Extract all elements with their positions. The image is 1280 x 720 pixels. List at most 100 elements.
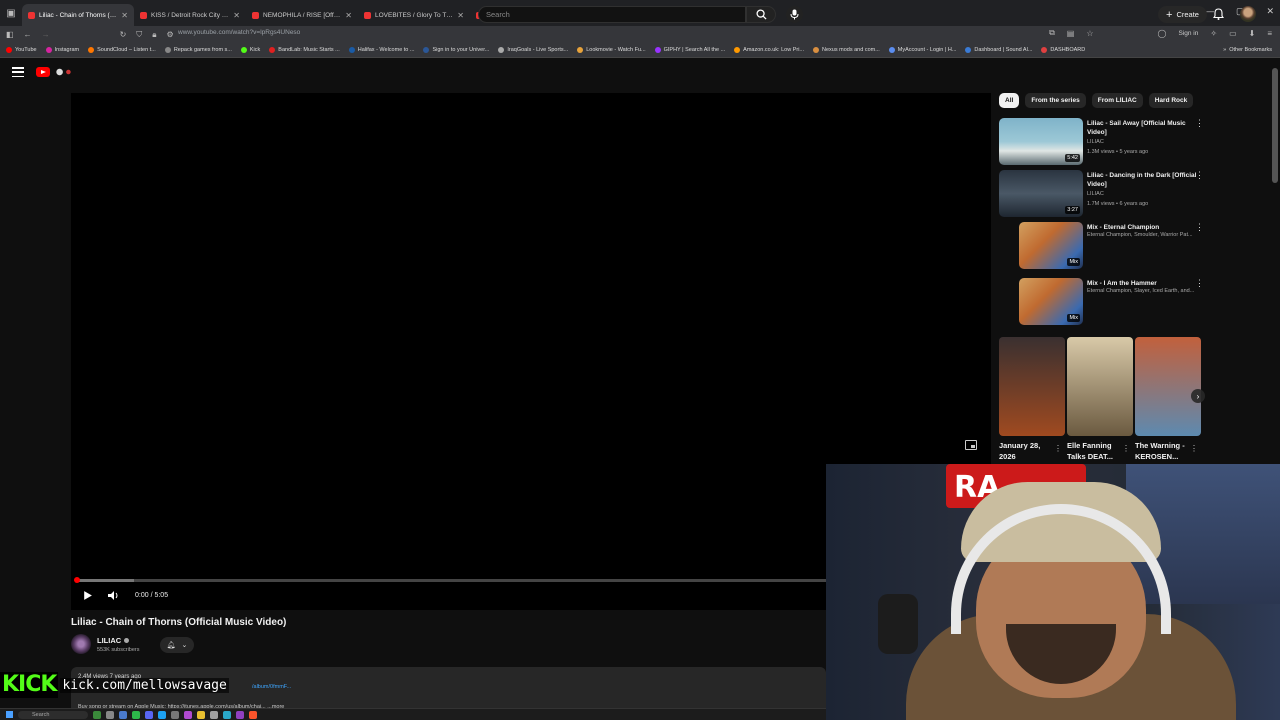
miniplayer-icon[interactable] xyxy=(965,440,977,450)
bookmark-item[interactable]: Sign in to your Univer... xyxy=(423,47,489,53)
shields-icon[interactable]: ⛉ xyxy=(136,30,142,40)
taskbar-app-icon[interactable] xyxy=(197,710,205,719)
reload-button[interactable]: ↻ xyxy=(120,30,127,39)
site-settings-icon[interactable]: ⚙︎ xyxy=(167,30,174,39)
bookmark-item[interactable]: YouTube xyxy=(6,47,37,53)
recommendation-title[interactable]: Liliac - Dancing in the Dark [Official V… xyxy=(1087,171,1199,189)
taskbar-search[interactable]: Search xyxy=(18,710,88,719)
bookmark-item[interactable]: Repack games from s... xyxy=(164,47,232,53)
short-caption[interactable]: January 28, 2026 xyxy=(999,440,1057,462)
close-tab-icon[interactable]: ✕ xyxy=(345,11,352,20)
url-field[interactable]: www.youtube.com/watch?v=lpRgs4UNeso xyxy=(178,29,300,36)
voice-search-button[interactable] xyxy=(786,6,803,23)
windows-start-icon[interactable] xyxy=(6,711,13,718)
browser-tab[interactable]: KISS / Detroit Rock City [Cover ✕ xyxy=(134,4,246,26)
search-button[interactable] xyxy=(746,6,776,23)
menu-icon[interactable]: ≡ xyxy=(1267,29,1272,38)
taskbar-app-icon[interactable] xyxy=(93,710,101,719)
short-caption[interactable]: Elle Fanning Talks DEAT... xyxy=(1067,440,1125,462)
tab-actions-icon[interactable]: ▣ xyxy=(0,0,22,26)
bookmark-item[interactable]: IraqGoals - Live Sports... xyxy=(498,47,568,53)
bookmark-item[interactable]: SoundCloud – Listen t... xyxy=(88,47,156,53)
short-thumbnail[interactable] xyxy=(1067,337,1133,436)
browser-tab[interactable]: NEMOPHILA / RISE [Official Mu ✕ xyxy=(246,4,358,26)
bookmark-item[interactable]: Lookmovie - Watch Fu... xyxy=(577,47,646,53)
filter-chip[interactable]: From the series xyxy=(1025,93,1086,108)
other-bookmarks[interactable]: » Other Bookmarks xyxy=(1223,47,1272,53)
taskbar-app-icon[interactable] xyxy=(210,710,218,719)
cast-icon[interactable]: ⧉ xyxy=(1049,28,1055,38)
page-scrollbar[interactable] xyxy=(1270,58,1280,464)
youtube-logo[interactable] xyxy=(36,67,75,77)
taskbar-app-icon[interactable] xyxy=(184,710,192,719)
recommendation-channel[interactable]: LILIAC xyxy=(1087,139,1199,145)
taskbar-app-icon[interactable] xyxy=(249,710,257,719)
taskbar-app-icon[interactable] xyxy=(145,710,153,719)
more-options-icon[interactable]: ⋮ xyxy=(1195,119,1204,128)
close-tab-icon[interactable]: ✕ xyxy=(457,11,464,20)
recommendation-item[interactable]: 3:27 Liliac - Dancing in the Dark [Offici… xyxy=(999,170,1204,218)
more-options-icon[interactable]: ⋮ xyxy=(1054,444,1062,453)
channel-avatar[interactable] xyxy=(71,634,91,654)
recommendation-channel[interactable]: Eternal Champion, Slayer, Iced Earth, an… xyxy=(1087,288,1199,294)
play-button[interactable] xyxy=(82,590,93,603)
notifications-bell-icon[interactable] xyxy=(1212,8,1225,22)
bookmark-item[interactable]: MyAccount - Login | H... xyxy=(888,47,956,53)
scrubber-knob[interactable] xyxy=(74,577,80,583)
short-caption[interactable]: The Warning - KEROSEN... xyxy=(1135,440,1193,462)
taskbar-app-icon[interactable] xyxy=(158,710,166,719)
taskbar-app-icon[interactable] xyxy=(223,710,231,719)
profile-icon[interactable]: ◯ xyxy=(1158,29,1167,38)
short-thumbnail[interactable] xyxy=(1135,337,1201,436)
filter-chip[interactable]: Hard Rock xyxy=(1148,93,1194,108)
recommendation-title[interactable]: Mix - I Am the Hammer xyxy=(1087,279,1199,288)
back-button[interactable]: ← xyxy=(24,30,32,39)
bookmark-star-icon[interactable]: ☆ xyxy=(1086,29,1093,38)
progress-bar[interactable] xyxy=(74,577,826,583)
forward-button[interactable]: → xyxy=(42,30,50,39)
close-window-button[interactable]: ✕ xyxy=(1266,6,1274,17)
filter-chip[interactable]: All xyxy=(999,93,1020,108)
scrollbar-thumb[interactable] xyxy=(1272,68,1278,183)
short-thumbnail[interactable] xyxy=(999,337,1065,436)
browser-tab[interactable]: LOVEBITES / Glory To The Worl✕ xyxy=(358,4,470,26)
recommendation-item[interactable]: Mix Mix - I Am the Hammer Eternal Champion… xyxy=(999,278,1204,326)
bookmark-item[interactable]: BandLab: Music Starts ... xyxy=(269,47,340,53)
more-options-icon[interactable]: ⋮ xyxy=(1190,444,1198,453)
video-thumbnail[interactable]: Mix xyxy=(1019,222,1083,269)
taskbar-app-icon[interactable] xyxy=(132,710,140,719)
sidebar-toggle-icon[interactable]: ◧ xyxy=(6,30,14,39)
taskbar-app-icon[interactable] xyxy=(171,710,179,719)
recommendation-title[interactable]: Liliac - Sail Away [Official Music Video… xyxy=(1087,119,1199,137)
bookmark-item[interactable]: GIPHY | Search All the ... xyxy=(654,47,725,53)
video-thumbnail[interactable]: 3:27 xyxy=(999,170,1083,217)
recommendation-item[interactable]: Mix Mix - Eternal Champion Eternal Champio… xyxy=(999,222,1204,270)
bookmark-item[interactable]: Halifax - Welcome to ... xyxy=(348,47,414,53)
search-input[interactable]: Search xyxy=(478,6,746,23)
account-avatar[interactable] xyxy=(1240,6,1256,22)
filter-chip[interactable]: From LILIAC xyxy=(1091,93,1143,108)
recommendation-channel[interactable]: Eternal Champion, Smoulder, Warrior Pat.… xyxy=(1087,232,1199,238)
taskbar-app-icon[interactable] xyxy=(106,710,114,719)
more-options-icon[interactable]: ⋮ xyxy=(1195,279,1204,288)
bookmark-item[interactable]: Kick xyxy=(240,47,260,53)
subscription-bell-button[interactable]: 🔔︎ ⌄ xyxy=(160,637,194,653)
description-link[interactable]: /album/0fmmF... xyxy=(252,684,291,690)
sign-in-button[interactable]: Sign in xyxy=(1178,30,1198,37)
close-tab-icon[interactable]: ✕ xyxy=(233,11,240,20)
recommendation-channel[interactable]: LILIAC xyxy=(1087,191,1199,197)
extensions-icon[interactable]: ✧ xyxy=(1210,29,1217,38)
channel-name[interactable]: LILIAC xyxy=(97,636,130,645)
shorts-next-button[interactable]: › xyxy=(1191,389,1205,403)
more-options-icon[interactable]: ⋮ xyxy=(1122,444,1130,453)
bookmark-item[interactable]: DASHBOARD xyxy=(1041,47,1085,53)
more-options-icon[interactable]: ⋮ xyxy=(1195,223,1204,232)
bookmark-item[interactable]: Instagram xyxy=(45,47,79,53)
close-tab-icon[interactable]: ✕ xyxy=(121,11,128,20)
browser-tab[interactable]: Liliac - Chain of Thorns (Official✕ xyxy=(22,4,134,26)
create-button[interactable]: + Create xyxy=(1158,6,1207,23)
video-thumbnail[interactable]: 5:42 xyxy=(999,118,1083,165)
recommendation-item[interactable]: 5:42 Liliac - Sail Away [Official Music V… xyxy=(999,118,1204,166)
bookmark-item[interactable]: Nexus mods and com... xyxy=(813,47,880,53)
taskbar-app-icon[interactable] xyxy=(119,710,127,719)
